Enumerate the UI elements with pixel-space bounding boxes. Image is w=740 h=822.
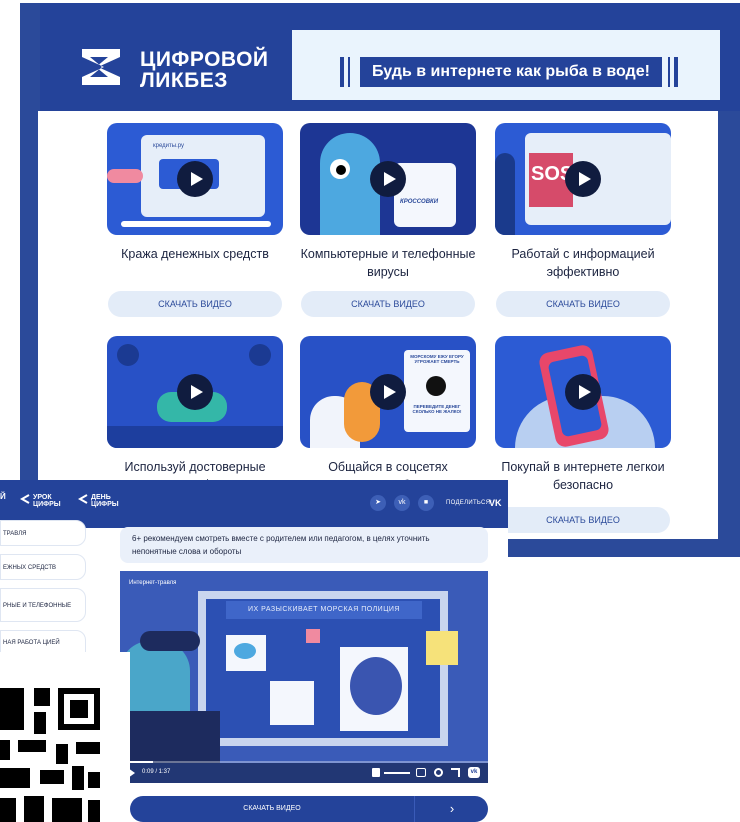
chevron-right-icon[interactable]: › bbox=[416, 796, 488, 822]
nav-urok-line2: ЦИФРЫ bbox=[33, 501, 61, 508]
sidebar-item[interactable]: ЕЖНЫХ СРЕДСТВ bbox=[0, 554, 86, 580]
video-controls: 0:09 / 1:37 vk bbox=[120, 761, 488, 783]
share-label: ПОДЕЛИТЬСЯ: bbox=[446, 500, 493, 506]
video-title: Работай с информацией эффективно bbox=[511, 247, 655, 279]
sidebar-item[interactable]: РНЫЕ И ТЕЛЕФОННЫЕ bbox=[0, 588, 86, 622]
download-video-button[interactable]: СКАЧАТЬ ВИДЕО bbox=[301, 291, 475, 317]
play-icon[interactable] bbox=[565, 374, 601, 410]
officer-body bbox=[120, 711, 220, 763]
slogan-bar-right-thin bbox=[667, 57, 670, 87]
wanted-banner: ИХ РАЗЫСКИВАЕТ МОРСКАЯ ПОЛИЦИЯ bbox=[226, 601, 422, 619]
slogan-bar-left-thin bbox=[348, 57, 350, 87]
nav-den-line1: ДЕНЬ bbox=[91, 494, 111, 501]
fullscreen-icon[interactable] bbox=[451, 768, 460, 777]
download-video-button[interactable]: СКАЧАТЬ ВИДЕО bbox=[108, 291, 282, 317]
qr-code bbox=[0, 652, 130, 822]
slogan-bar-left bbox=[340, 57, 344, 87]
sidebar-item[interactable]: ТРАВЛЯ bbox=[0, 520, 86, 546]
back-window: ЦИФРОВОЙ ЛИКБЕЗ Будь в интернете как рыб… bbox=[20, 3, 740, 557]
video-label: Интернет-травля bbox=[129, 580, 177, 586]
slogan-bar-right bbox=[673, 57, 678, 87]
subtitles-icon[interactable] bbox=[416, 768, 426, 777]
volume-slider[interactable] bbox=[384, 772, 410, 774]
slogan: Будь в интернете как рыба в воде! bbox=[340, 55, 682, 89]
play-icon[interactable] bbox=[177, 161, 213, 197]
download-video-button[interactable]: СКАЧАТЬ ВИДЕО bbox=[496, 291, 670, 317]
nav-urok-cifry[interactable]: УРОК ЦИФРЫ bbox=[33, 494, 61, 508]
video-card[interactable]: кредиты.ру Кража денежных средств bbox=[107, 123, 283, 313]
vk-small-icon[interactable]: vk bbox=[394, 495, 410, 511]
settings-icon[interactable] bbox=[434, 768, 443, 777]
age-notice: 6+ рекомендуем смотреть вместе с родител… bbox=[120, 527, 488, 563]
play-icon[interactable] bbox=[370, 161, 406, 197]
video-player[interactable]: Интернет-травля ИХ РАЗЫСКИВАЕТ МОРСКАЯ П… bbox=[120, 571, 488, 783]
slogan-text: Будь в интернете как рыба в воде! bbox=[360, 57, 662, 87]
download-video-button[interactable]: СКАЧАТЬ ВИДЕО bbox=[496, 507, 670, 533]
uroka-logo-icon bbox=[20, 494, 30, 504]
anglerfish-shape bbox=[350, 657, 402, 715]
thumb-caption: МОРСКОМУ ЕЖУ ЕГОРУ УГРОЖАЕТ СМЕРТЬ bbox=[410, 354, 464, 364]
nav-den-cifry[interactable]: ДЕНЬ ЦИФРЫ bbox=[91, 494, 119, 508]
video-time: 0:09 / 1:37 bbox=[142, 769, 171, 775]
thumb-caption-2: ПЕРЕВЕДИТЕ ДЕНЕГ СКОЛЬКО НЕ ЖАЛКО! bbox=[412, 404, 462, 414]
pink-note bbox=[306, 629, 320, 643]
nav-urok-line1: УРОК bbox=[33, 494, 52, 501]
video-title: Компьютерные и телефонные вирусы bbox=[300, 247, 476, 279]
video-card[interactable]: SOS Работай с информацией эффективно bbox=[495, 123, 671, 313]
video-card[interactable]: КРОССОВКИ Компьютерные и телефонные виру… bbox=[300, 123, 476, 313]
download-video-main-button[interactable]: СКАЧАТЬ ВИДЕО › bbox=[130, 796, 488, 822]
video-grid: кредиты.ру Кража денежных средств СКАЧАТ… bbox=[38, 111, 718, 539]
progress-track[interactable] bbox=[120, 761, 488, 763]
thumb-caption: кредиты.ру bbox=[153, 143, 185, 149]
nav-den-line2: ЦИФРЫ bbox=[91, 501, 119, 508]
video-card[interactable]: Покупай в интернете легкои безопасно bbox=[495, 336, 671, 536]
play-icon[interactable] bbox=[370, 374, 406, 410]
telegram-icon[interactable]: ➤ bbox=[370, 495, 386, 511]
officer-cap bbox=[140, 631, 200, 651]
logo-line-2: ЛИКБЕЗ bbox=[140, 69, 228, 92]
play-icon[interactable] bbox=[177, 374, 213, 410]
site-header: ЦИФРОВОЙ ЛИКБЕЗ Будь в интернете как рыб… bbox=[40, 3, 740, 111]
fish-shape bbox=[234, 643, 256, 659]
logo-text: ЦИФРОВОЙ ЛИКБЕЗ bbox=[140, 49, 269, 91]
divider bbox=[414, 796, 415, 822]
photo-shell bbox=[270, 681, 314, 725]
logo-icon bbox=[82, 49, 120, 85]
ok-icon[interactable]: ■ bbox=[418, 495, 434, 511]
vk-video-icon[interactable]: vk bbox=[468, 767, 480, 778]
vk-share-icon[interactable]: VK bbox=[489, 498, 502, 508]
play-icon[interactable] bbox=[565, 161, 601, 197]
download-label: СКАЧАТЬ ВИДЕО bbox=[243, 805, 301, 812]
logo-line-1: ЦИФРОВОЙ bbox=[140, 48, 269, 71]
yellow-note bbox=[426, 631, 458, 665]
video-title: Кража денежных средств bbox=[121, 247, 269, 261]
volume-icon[interactable] bbox=[372, 768, 380, 777]
den-logo-icon bbox=[78, 494, 88, 504]
video-title: Покупай в интернете легкои безопасно bbox=[501, 460, 665, 492]
logo-partial: Й bbox=[0, 492, 6, 501]
thumb-caption: КРОССОВКИ bbox=[400, 199, 439, 205]
